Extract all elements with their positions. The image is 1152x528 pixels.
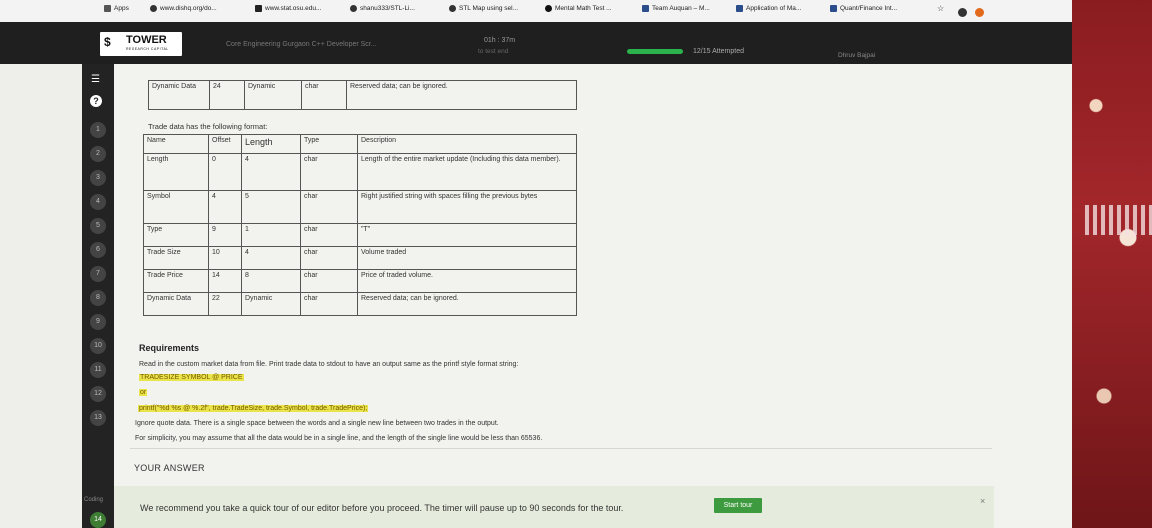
table-row: Trade Price 14 8 char Price of traded vo… xyxy=(143,269,577,293)
question-5-button[interactable]: 5 xyxy=(90,218,106,234)
trade-format-caption: Trade data has the following format: xyxy=(148,122,268,131)
question-12-button[interactable]: 12 xyxy=(90,386,106,402)
printf-format-highlight: printf("%d %s @ %.2f", trade.TradeSize, … xyxy=(138,405,369,412)
requirements-heading: Requirements xyxy=(139,343,200,353)
help-icon[interactable]: ? xyxy=(90,95,102,107)
question-1-button[interactable]: 1 xyxy=(90,122,106,138)
site-icon xyxy=(545,5,552,12)
coding-section-label: Coding xyxy=(84,497,104,503)
question-7-button[interactable]: 7 xyxy=(90,266,106,282)
background-fabric xyxy=(1072,0,1152,528)
requirements-line-1: Read in the custom market data from file… xyxy=(139,361,519,368)
question-10-button[interactable]: 10 xyxy=(90,338,106,354)
timer-sub: to test end xyxy=(478,48,509,55)
bookmark-stl-map[interactable]: STL Map using sel... xyxy=(449,5,518,12)
section-divider xyxy=(130,448,992,449)
github-icon xyxy=(449,5,456,12)
requirements-line-2: Ignore quote data. There is a single spa… xyxy=(135,420,499,427)
timer: 01h : 37m xyxy=(484,37,516,44)
medium-icon xyxy=(736,5,743,12)
table-row: Type 9 1 char "T" xyxy=(143,223,577,247)
apps-grid-icon xyxy=(104,5,111,12)
logo-mark-icon: $ xyxy=(104,35,111,49)
requirements-line-3: For simplicity, you may assume that all … xyxy=(135,435,543,442)
editor-tour-banner: We recommend you take a quick tour of ou… xyxy=(114,486,994,528)
profile-icon[interactable] xyxy=(958,8,967,17)
bookmark-team-auquan[interactable]: Team Auquan – M... xyxy=(642,5,710,12)
table-row: Symbol 4 5 char Right justified string w… xyxy=(143,190,577,224)
output-format-highlight: TRADESIZE SYMBOL @ PRICE xyxy=(139,374,244,381)
question-11-button[interactable]: 11 xyxy=(90,362,106,378)
close-banner-icon[interactable]: × xyxy=(980,496,985,506)
or-text: or xyxy=(139,389,148,396)
your-answer-heading: YOUR ANSWER xyxy=(134,463,205,473)
extension-icon[interactable] xyxy=(975,8,984,17)
question-2-button[interactable]: 2 xyxy=(90,146,106,162)
github-icon xyxy=(350,5,357,12)
bookmark-mental-math[interactable]: Mental Math Test ... xyxy=(545,5,612,12)
bookmark-quant-finance[interactable]: Quant/Finance Int... xyxy=(830,5,897,12)
bookmark-apps[interactable]: Apps xyxy=(104,5,129,12)
table-row: Dynamic Data 22 Dynamic char Reserved da… xyxy=(143,292,577,316)
bookmark-github-stl[interactable]: shanu333/STL-Li... xyxy=(350,5,415,12)
tower-logo: $ TOWER RESEARCH CAPITAL xyxy=(100,32,182,56)
browser-window: Apps www.dishq.org/do... www.stat.osu.ed… xyxy=(0,0,1072,528)
attempt-progress-bar xyxy=(627,49,683,54)
question-8-button[interactable]: 8 xyxy=(90,290,106,306)
bookmark-stat-osu[interactable]: www.stat.osu.edu... xyxy=(255,5,321,12)
question-14-button[interactable]: 14 xyxy=(90,512,106,528)
bookmark-dishq[interactable]: www.dishq.org/do... xyxy=(150,5,217,12)
table-header-row: Name Offset Length Type Description xyxy=(143,134,577,154)
question-4-button[interactable]: 4 xyxy=(90,194,106,210)
menu-icon[interactable]: ☰ xyxy=(91,74,100,85)
page-icon xyxy=(255,5,262,12)
site-icon xyxy=(150,5,157,12)
table-row: Trade Size 10 4 char Volume traded xyxy=(143,246,577,270)
table-row: Dynamic Data 24 Dynamic char Reserved da… xyxy=(148,80,577,110)
attempted-count: 12/15 Attempted xyxy=(693,48,744,55)
question-3-button[interactable]: 3 xyxy=(90,170,106,186)
prior-format-table: Dynamic Data 24 Dynamic char Reserved da… xyxy=(148,80,577,110)
question-6-button[interactable]: 6 xyxy=(90,242,106,258)
test-title: Core Engineering Gurgaon C++ Developer S… xyxy=(226,41,377,48)
trade-format-table: Name Offset Length Type Description Leng… xyxy=(143,134,577,316)
bookmarks-bar: Apps www.dishq.org/do... www.stat.osu.ed… xyxy=(0,0,1072,23)
question-9-button[interactable]: 9 xyxy=(90,314,106,330)
background-pattern xyxy=(1085,205,1152,235)
tour-message: We recommend you take a quick tour of ou… xyxy=(140,503,624,513)
medium-icon xyxy=(642,5,649,12)
question-13-button[interactable]: 13 xyxy=(90,410,106,426)
bookmark-application[interactable]: Application of Ma... xyxy=(736,5,801,12)
star-icon[interactable]: ☆ xyxy=(937,4,944,13)
medium-icon xyxy=(830,5,837,12)
table-row: Length 0 4 char Length of the entire mar… xyxy=(143,153,577,191)
question-nav-rail: ☰ ? 1 2 3 4 5 6 7 8 9 10 11 12 13 14 xyxy=(82,64,114,528)
user-name[interactable]: Dhruv Bajpai xyxy=(838,52,875,59)
start-tour-button[interactable]: Start tour xyxy=(714,498,762,513)
